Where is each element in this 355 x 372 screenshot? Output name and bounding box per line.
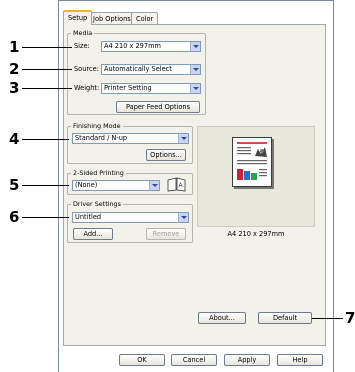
two-sided-label: 2-Sided Printing [71,169,126,177]
default-button[interactable]: Default [258,312,312,324]
callout-5: 5 [9,176,20,194]
driver-settings-value: Untitled [75,213,102,221]
duplex-book-icon: A [167,177,186,192]
size-label: Size: [74,42,90,50]
callout-2: 2 [9,60,20,78]
callout-line-4 [22,139,69,140]
paper-feed-options-button[interactable]: Paper Feed Options [116,101,200,113]
chevron-down-icon [190,65,200,74]
two-sided-value: (None) [75,181,98,189]
callout-line-1 [22,47,72,48]
callout-4: 4 [9,130,20,148]
preview-caption: A4 210 x 297mm [227,230,285,238]
callout-line-3 [22,88,72,89]
chevron-down-icon [178,134,188,143]
finishing-mode-value: Standard / N-up [75,134,128,142]
ok-button[interactable]: OK [119,354,165,366]
source-value: Automatically Select [104,65,172,73]
callout-line-2 [22,69,72,70]
chevron-down-icon [178,213,188,222]
about-button[interactable]: About... [198,312,246,324]
media-group-label: Media [71,29,95,37]
remove-settings-button: Remove [146,228,186,240]
chevron-down-icon [149,181,159,190]
callout-line-6 [22,217,69,218]
add-settings-button[interactable]: Add... [73,228,113,240]
weight-value: Printer Setting [104,84,152,92]
cancel-button[interactable]: Cancel [171,354,217,366]
finishing-options-button[interactable]: Options... [146,149,186,161]
size-dropdown[interactable]: A4 210 x 297mm [101,41,201,52]
callout-6: 6 [9,208,20,226]
source-dropdown[interactable]: Automatically Select [101,64,201,75]
two-sided-dropdown[interactable]: (None) [72,180,160,191]
callout-7: 7 [345,309,355,327]
callout-3: 3 [9,79,20,97]
weight-label: Weight: [74,84,100,92]
weight-dropdown[interactable]: Printer Setting [101,83,201,94]
finishing-mode-label: Finishing Mode [71,122,123,130]
callout-line-5 [22,185,69,186]
chevron-down-icon [190,42,200,51]
driver-settings-dropdown[interactable]: Untitled [72,212,189,223]
preview-page-content-icon [237,142,267,180]
driver-settings-label: Driver Settings [71,200,123,208]
source-label: Source: [74,65,99,73]
tab-setup[interactable]: Setup [63,10,93,25]
callout-1: 1 [9,38,20,56]
preview-sheet [232,137,272,187]
chevron-down-icon [190,84,200,93]
size-value: A4 210 x 297mm [104,42,161,50]
finishing-mode-dropdown[interactable]: Standard / N-up [72,133,189,144]
callout-line-7 [312,318,343,319]
help-button[interactable]: Help [277,354,323,366]
apply-button[interactable]: Apply [224,354,270,366]
